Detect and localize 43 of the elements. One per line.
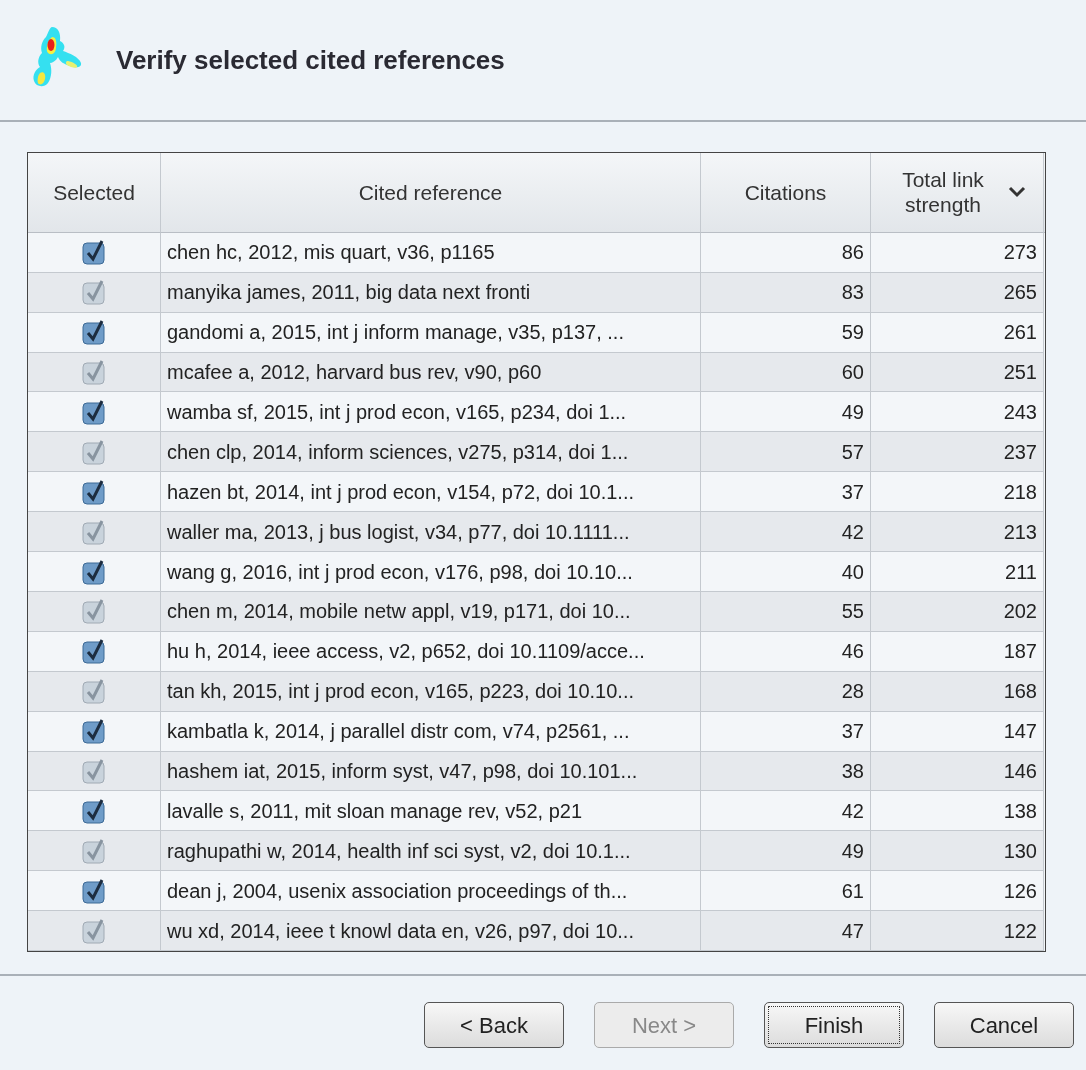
checkbox[interactable] <box>82 438 106 465</box>
checkbox[interactable] <box>82 358 106 385</box>
table-cell: tan kh, 2015, int j prod econ, v165, p223, doi 10.10... <box>161 671 701 712</box>
checkbox[interactable] <box>82 279 106 306</box>
table-cell: 83 <box>701 272 871 313</box>
table-cell: hu h, 2014, ieee access, v2, p652, doi 10.1109/acce... <box>161 631 701 672</box>
checkbox[interactable] <box>82 638 106 665</box>
dialog-button[interactable]: < Back <box>424 1002 564 1048</box>
table-cell: wu xd, 2014, ieee t knowl data en, v26, p97, doi 10... <box>161 911 701 951</box>
checkbox[interactable] <box>82 678 106 705</box>
checkbox[interactable] <box>82 797 106 824</box>
table-cell: 55 <box>701 591 871 632</box>
table-cell: 40 <box>701 552 871 592</box>
table-cell: wang g, 2016, int j prod econ, v176, p98, doi 10.10... <box>161 552 701 592</box>
checkbox[interactable] <box>82 478 106 505</box>
checkbox[interactable] <box>82 518 106 545</box>
column-header[interactable]: Selected <box>28 153 161 233</box>
table-cell: 47 <box>701 911 871 951</box>
checkbox[interactable] <box>82 558 106 585</box>
table-cell: manyika james, 2011, big data next fronti <box>161 272 701 313</box>
checkbox[interactable] <box>82 877 106 904</box>
table-cell: 46 <box>701 631 871 672</box>
table-cell: kambatla k, 2014, j parallel distr com, v74, p2561, ... <box>161 711 701 752</box>
checkbox[interactable] <box>82 398 106 425</box>
checkbox[interactable] <box>82 758 106 785</box>
checkbox[interactable] <box>82 837 106 864</box>
column-header[interactable]: Cited reference <box>161 153 701 233</box>
checkbox[interactable] <box>82 917 106 944</box>
table-cell: gandomi a, 2015, int j inform manage, v35, p137, ... <box>161 312 701 353</box>
table-cell: chen m, 2014, mobile netw appl, v19, p171, doi 10... <box>161 591 701 632</box>
table-cell: 37 <box>701 711 871 752</box>
checkbox[interactable] <box>82 598 106 625</box>
column-header[interactable]: Citations <box>701 153 871 233</box>
checkbox[interactable] <box>82 239 106 266</box>
checkbox[interactable] <box>82 718 106 745</box>
dialog-button[interactable]: Finish <box>764 1002 904 1048</box>
table-cell: 28 <box>701 671 871 712</box>
table-cell: 86 <box>701 232 871 273</box>
dialog-title: Verify selected cited references <box>116 43 505 77</box>
dialog-button[interactable]: Cancel <box>934 1002 1074 1048</box>
table-cell: 59 <box>701 312 871 353</box>
table-cell: chen hc, 2012, mis quart, v36, p1165 <box>161 232 701 273</box>
checkbox[interactable] <box>82 319 106 346</box>
